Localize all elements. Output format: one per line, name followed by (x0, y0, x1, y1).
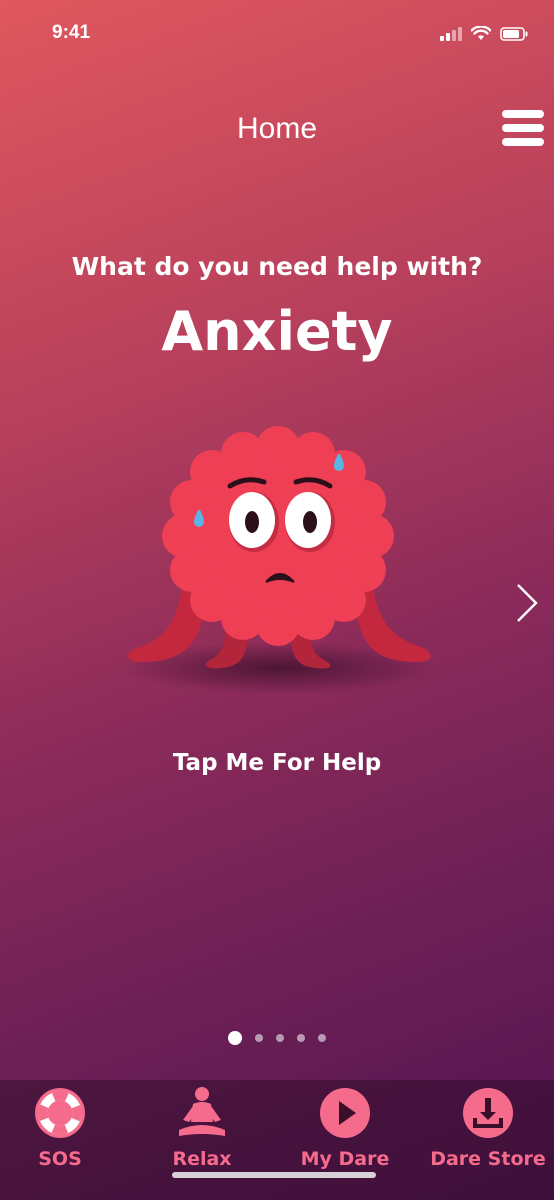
tab-dare-store-label: Dare Store (430, 1148, 546, 1170)
page-dot-1[interactable] (228, 1031, 242, 1045)
home-indicator[interactable] (172, 1172, 376, 1178)
menu-icon-bar (502, 138, 544, 146)
topic-title: Anxiety (161, 300, 393, 363)
download-icon (463, 1088, 513, 1138)
battery-icon (500, 26, 528, 41)
status-time: 9:41 (52, 22, 91, 43)
menu-icon-bar (502, 124, 544, 132)
tap-for-help-button[interactable]: Tap Me For Help (0, 750, 554, 776)
bottom-tab-bar: SOS Relax My Dare Dare Store (0, 1080, 554, 1200)
status-bar: 9:41 (0, 0, 554, 70)
page-dot-4[interactable] (297, 1034, 305, 1042)
menu-icon-bar (502, 110, 544, 118)
cellular-signal-icon (440, 26, 462, 41)
tab-sos[interactable]: SOS (0, 1086, 120, 1170)
tab-relax-label: Relax (172, 1148, 232, 1170)
meditation-icon (179, 1087, 225, 1136)
status-icons (440, 26, 528, 41)
anxiety-mascot[interactable] (118, 410, 440, 700)
page-title: Home (236, 112, 318, 145)
menu-button[interactable] (502, 110, 544, 150)
help-question: What do you need help with? (71, 252, 483, 281)
tab-my-dare[interactable]: My Dare (285, 1086, 405, 1170)
tab-relax[interactable]: Relax (142, 1086, 262, 1170)
page-dot-3[interactable] (276, 1034, 284, 1042)
next-arrow-icon[interactable] (514, 582, 540, 624)
page-indicator (0, 1031, 554, 1045)
play-icon (320, 1088, 370, 1138)
wifi-icon (471, 26, 491, 40)
page-dot-2[interactable] (255, 1034, 263, 1042)
tab-my-dare-label: My Dare (300, 1148, 390, 1170)
tab-dare-store[interactable]: Dare Store (428, 1086, 548, 1170)
lifebuoy-icon (35, 1088, 85, 1138)
page-dot-5[interactable] (318, 1034, 326, 1042)
tab-sos-label: SOS (38, 1148, 82, 1170)
mascot-body (162, 426, 394, 646)
